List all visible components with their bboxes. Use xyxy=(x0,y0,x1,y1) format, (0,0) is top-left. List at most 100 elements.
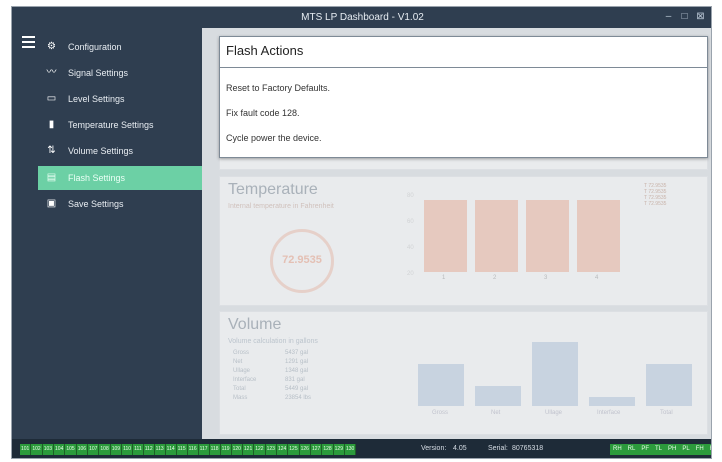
signal-icon: 〰 xyxy=(46,67,57,78)
volume-row: Mass 23854 lbs xyxy=(233,395,312,401)
status-code: 112 xyxy=(144,444,155,455)
status-code: 103 xyxy=(43,444,55,455)
volume-card: Volume Volume calculation in gallons Gro… xyxy=(219,311,708,435)
action-fix-fault-code[interactable]: Fix fault code 128. xyxy=(226,108,300,118)
status-code: 120 xyxy=(232,444,243,455)
status-code: 102 xyxy=(31,444,43,455)
status-code: 123 xyxy=(266,444,277,455)
status-flag: RL xyxy=(627,446,636,452)
status-code: 104 xyxy=(54,444,66,455)
volume-subtitle: Volume calculation in gallons xyxy=(228,338,318,345)
gear-icon: ⚙ xyxy=(47,41,56,52)
sidebar-item-temperature-settings[interactable]: ▮ Temperature Settings xyxy=(38,113,202,137)
x-tick-label: 2 xyxy=(493,275,497,281)
sidebar-item-volume-settings[interactable]: ⇅ Volume Settings xyxy=(38,139,202,163)
x-tick-label: Interface xyxy=(597,410,621,416)
temperature-bar xyxy=(424,200,467,272)
volume-bar xyxy=(589,397,635,406)
status-bar: 101 102 103 104 105 106 107 108 109 110 111 112 113 1… xyxy=(12,439,711,458)
action-cycle-power[interactable]: Cycle power the device. xyxy=(226,133,322,143)
sidebar-item-configuration[interactable]: ⚙ Configuration xyxy=(38,35,202,59)
volume-row: Gross 5437 gal xyxy=(233,350,309,356)
flash-actions-dialog: Flash Actions Reset to Factory Defaults.… xyxy=(219,36,708,158)
status-code: 121 xyxy=(243,444,255,455)
y-tick-label: 60 xyxy=(407,219,414,225)
sidebar-item-signal-settings[interactable]: 〰 Signal Settings xyxy=(38,61,202,85)
status-code: 126 xyxy=(300,444,311,455)
temperature-title: Temperature xyxy=(228,181,318,198)
title-bar: MTS LP Dashboard - V1.02 – □ ⊠ xyxy=(12,7,711,28)
flash-icon: ▤ xyxy=(46,172,57,183)
status-code: 122 xyxy=(254,444,266,455)
status-code: 106 xyxy=(77,444,89,455)
status-code: 114 xyxy=(166,444,177,455)
volume-bar xyxy=(418,364,464,406)
level-icon: ▭ xyxy=(46,93,57,104)
temperature-bar xyxy=(526,200,569,272)
status-code: 116 xyxy=(188,444,199,455)
status-code: 105 xyxy=(65,444,77,455)
version-label: Version: xyxy=(421,445,447,452)
menu-icon[interactable] xyxy=(22,36,35,51)
x-tick-label: Ullage xyxy=(545,410,563,416)
temperature-card: Temperature Internal temperature in Fahr… xyxy=(219,176,708,306)
status-code: 119 xyxy=(221,444,232,455)
status-code: 109 xyxy=(111,444,123,455)
status-flag-strip: RH RL PF TL PH PL FHFL xyxy=(610,444,711,455)
status-code: 117 xyxy=(199,444,210,455)
status-code: 113 xyxy=(155,444,166,455)
action-reset-factory-defaults[interactable]: Reset to Factory Defaults. xyxy=(226,83,330,93)
status-code: 108 xyxy=(99,444,111,455)
status-flag: FL xyxy=(707,444,711,455)
version-value: 4.05 xyxy=(453,445,467,452)
status-flag: PL xyxy=(682,446,690,452)
status-flag: PH xyxy=(668,446,677,452)
temperature-gauge: 72.9535 xyxy=(270,229,334,293)
close-icon[interactable]: ⊠ xyxy=(694,10,707,23)
serial-value: 80765318 xyxy=(512,445,544,452)
main-content: Temperature Internal temperature in Fahr… xyxy=(202,28,711,439)
status-code: 115 xyxy=(177,444,188,455)
volume-row: Net 1291 gal xyxy=(233,359,309,365)
volume-row: Total 5449 gal xyxy=(233,386,309,392)
maximize-icon[interactable]: □ xyxy=(678,10,691,23)
x-tick-label: Total xyxy=(660,410,673,416)
sidebar-item-label: Save Settings xyxy=(68,199,124,209)
sidebar-item-label: Flash Settings xyxy=(68,173,126,183)
sidebar-item-flash-settings[interactable]: ▤ Flash Settings xyxy=(38,166,209,190)
volume-row: Interface 831 gal xyxy=(233,377,305,383)
status-code: 110 xyxy=(122,444,134,455)
status-code: 129 xyxy=(334,444,345,455)
gauge-value: 72.9535 xyxy=(282,254,322,266)
minimize-icon[interactable]: – xyxy=(662,10,675,23)
x-tick-label: 3 xyxy=(544,275,548,281)
x-tick-label: Net xyxy=(491,410,501,416)
status-code: 127 xyxy=(311,444,323,455)
temperature-bar xyxy=(475,200,518,272)
temperature-legend: Τ 72.9535 Τ 72.9535 Τ 72.9535 Τ 72.9535 xyxy=(644,183,666,207)
status-flag: FH xyxy=(695,446,704,452)
sidebar-item-label: Signal Settings xyxy=(68,68,129,78)
x-tick-label: 4 xyxy=(595,275,599,281)
x-tick-label: 1 xyxy=(442,275,446,281)
volume-icon: ⇅ xyxy=(47,145,56,156)
status-code: 124 xyxy=(277,444,289,455)
x-tick-label: Gross xyxy=(432,410,449,416)
legend-item: Τ 72.9535 xyxy=(644,201,667,207)
thermometer-icon: ▮ xyxy=(48,119,55,130)
volume-bar xyxy=(646,364,692,406)
sidebar-item-save-settings[interactable]: ▣ Save Settings xyxy=(38,192,202,216)
status-code: 130 xyxy=(345,444,357,455)
volume-title: Volume xyxy=(228,316,282,333)
y-tick-label: 80 xyxy=(407,193,414,199)
window-title: MTS LP Dashboard - V1.02 xyxy=(301,12,424,23)
sidebar-item-level-settings[interactable]: ▭ Level Settings xyxy=(38,87,202,111)
volume-bar xyxy=(475,386,521,406)
sidebar-item-label: Level Settings xyxy=(68,94,125,104)
status-code: 101 xyxy=(20,444,32,455)
save-icon: ▣ xyxy=(46,198,57,209)
status-code: 107 xyxy=(88,444,100,455)
volume-bar xyxy=(532,342,578,406)
sidebar-item-label: Volume Settings xyxy=(68,146,134,156)
sidebar-item-label: Configuration xyxy=(68,42,122,52)
